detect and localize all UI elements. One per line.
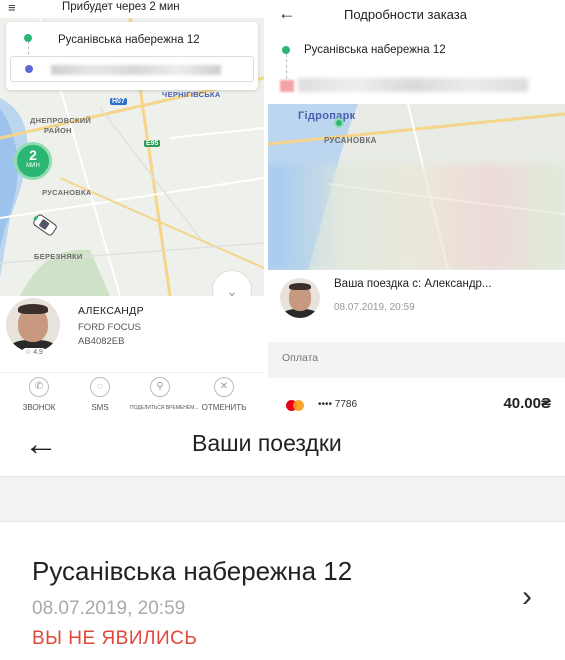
pickup-dot-icon (282, 46, 290, 54)
eta-value: 2 (29, 147, 37, 163)
route-summary: Русанівська набережна 12 (268, 30, 565, 104)
map-blurred-area (268, 164, 565, 270)
sms-button[interactable]: ◌ SMS (70, 377, 130, 412)
order-details-header: ← Подробности заказа (268, 0, 565, 30)
chevron-right-icon[interactable]: › (522, 580, 532, 614)
trip-date: 08.07.2019, 20:59 (334, 302, 415, 313)
card-number: •••• 7786 (318, 399, 358, 410)
route-map: Гідропарк РУСАНОВКА (268, 104, 565, 270)
trip-status: ВЫ НЕ ЯВИЛИСЬ (32, 628, 198, 649)
pickup-dot-icon (24, 34, 32, 42)
arrival-time-text: Прибудет через 2 мин (62, 1, 180, 13)
chat-icon: ◌ (90, 377, 110, 397)
driver-car-model: FORD FOCUS (78, 322, 141, 333)
order-details-screen: ← Подробности заказа Русанівська набереж… (268, 0, 565, 420)
eta-unit: МИН (26, 163, 40, 169)
back-arrow-icon[interactable]: ← (278, 3, 296, 24)
payment-section-header: Оплата (268, 342, 565, 378)
close-icon: ✕ (214, 377, 234, 397)
trip-list-item[interactable]: Русанівська набережна 12 08.07.2019, 20:… (0, 522, 565, 660)
map-label-chernihivska: ЧЕРНІГІВСЬКА (162, 90, 221, 99)
back-arrow-icon[interactable]: ← (24, 424, 58, 464)
destination-dot-icon (25, 65, 33, 73)
menu-icon[interactable]: ≡ (8, 1, 16, 14)
destination-field[interactable] (10, 56, 254, 82)
pickup-address: Русанівська набережна 12 (304, 44, 446, 56)
action-bar: ✆ ЗВОНОК ◌ SMS ⚲ ПОДЕЛИТЬСЯ ВРЕМЕНЕМ... … (0, 372, 264, 420)
chevron-down-icon: ⌄ (226, 283, 238, 296)
road-badge-h07: H07 (110, 98, 127, 105)
mastercard-icon (286, 400, 304, 411)
road-badge-e95: E95 (144, 140, 161, 147)
driver-avatar (280, 278, 320, 318)
page-title: Подробности заказа (344, 7, 467, 22)
destination-icon-blurred (280, 80, 294, 92)
phone-icon: ✆ (29, 377, 49, 397)
call-label: ЗВОНОК (22, 403, 56, 412)
cancel-button[interactable]: ✕ ОТМЕНИТЬ (194, 377, 254, 412)
top-bar: ≡ Прибудет через 2 мин (0, 0, 264, 18)
cancel-label: ОТМЕНИТЬ (201, 403, 247, 412)
driver-plate: AB4082EB (78, 336, 125, 347)
pickup-pin-icon (334, 118, 344, 128)
map-label-berezniaky: БЕРЕЗНЯКИ (34, 252, 83, 261)
map-label-hidropark: Гідропарк (298, 110, 356, 122)
payment-row: •••• 7786 40.00₴ (268, 378, 565, 420)
share-eta-label: ПОДЕЛИТЬСЯ ВРЕМЕНЕМ... (130, 405, 199, 411)
trips-header: ← Ваши поездки (0, 420, 565, 476)
driver-rating: ☆ 4.9 (22, 348, 46, 356)
eta-pin: 2 МИН (14, 142, 52, 180)
driver-card[interactable]: ☆ 4.9 АЛЕКСАНДР FORD FOCUS AB4082EB (0, 296, 264, 370)
destination-blurred (51, 65, 221, 75)
call-button[interactable]: ✆ ЗВОНОК (9, 377, 69, 412)
trip-summary-card[interactable]: Ваша поездка с: Александр... 08.07.2019,… (268, 270, 565, 342)
share-eta-button[interactable]: ⚲ ПОДЕЛИТЬСЯ ВРЕМЕНЕМ... (130, 377, 199, 411)
taxi-car-icon (33, 214, 57, 236)
destination-blurred (298, 78, 528, 92)
trip-title: Ваша поездка с: Александр... (334, 278, 492, 290)
map-label-rusanovka: РУСАНОВКА (42, 188, 92, 197)
route-card[interactable]: Русанівська набережна 12 (6, 22, 258, 90)
trips-title: Ваши поездки (192, 430, 342, 456)
trip-datetime: 08.07.2019, 20:59 (32, 598, 186, 619)
section-divider (0, 476, 565, 522)
sms-label: SMS (91, 403, 109, 412)
driver-name: АЛЕКСАНДР (78, 305, 144, 317)
map-label-rusanovka: РУСАНОВКА (324, 136, 377, 145)
pickup-address: Русанівська набережна 12 (58, 34, 200, 46)
map-view[interactable]: Русанівська набережна 12 ЧЕРНІГІВСЬКА H0… (0, 18, 264, 296)
driver-avatar (6, 298, 60, 352)
payment-amount: 40.00₴ (503, 395, 551, 412)
payment-label: Оплата (282, 352, 319, 364)
location-pin-icon: ⚲ (150, 377, 170, 397)
trip-address: Русанівська набережна 12 (32, 556, 353, 586)
map-label-dniprovskyi: ДНЕПРОВСКИЙ (30, 116, 92, 125)
map-label-raion: РАЙОН (44, 126, 72, 135)
driver-arriving-screen: ≡ Прибудет через 2 мин Русанівська набер… (0, 0, 264, 420)
